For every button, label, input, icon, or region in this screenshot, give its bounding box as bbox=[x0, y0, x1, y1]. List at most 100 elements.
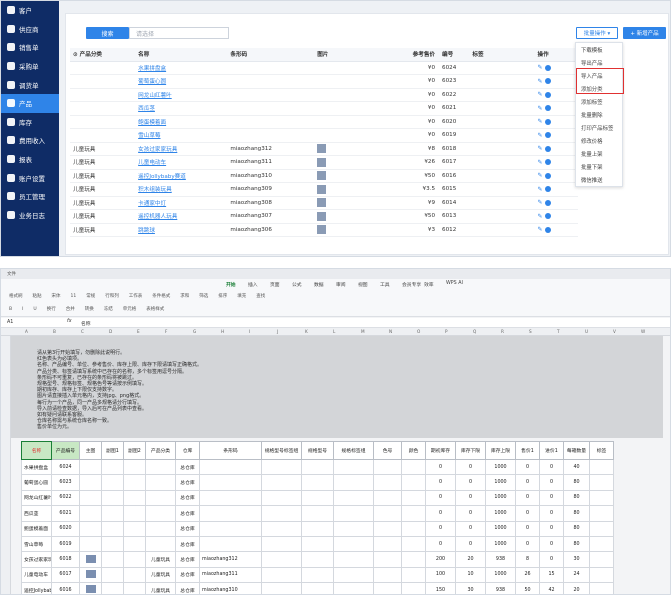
sheet-cell[interactable] bbox=[333, 535, 374, 553]
sheet-column-header[interactable]: 条形码 bbox=[199, 441, 262, 460]
edit-icon[interactable]: ✎ bbox=[538, 226, 543, 233]
column-letter[interactable]: G bbox=[193, 329, 196, 334]
sheet-cell[interactable] bbox=[145, 535, 176, 553]
column-letter[interactable]: H bbox=[221, 329, 224, 334]
sheet-cell[interactable]: 8 bbox=[515, 551, 540, 568]
column-letter[interactable]: L bbox=[333, 329, 335, 334]
sheet-column-header[interactable]: 名称 bbox=[21, 441, 52, 460]
ribbon-button[interactable]: 求和 bbox=[180, 293, 189, 299]
edit-icon[interactable]: ✎ bbox=[538, 213, 543, 220]
sheet-cell[interactable] bbox=[101, 505, 124, 522]
edit-icon[interactable]: ✎ bbox=[538, 172, 543, 179]
sheet-cell[interactable] bbox=[589, 489, 614, 507]
ribbon-button[interactable]: 冻结 bbox=[104, 306, 113, 312]
sheet-cell[interactable] bbox=[301, 582, 334, 594]
sheet-cell[interactable] bbox=[401, 474, 426, 491]
sidebar-item[interactable]: 调货单 bbox=[1, 75, 59, 94]
ribbon-button[interactable]: 排序 bbox=[218, 293, 227, 299]
sheet-cell[interactable]: 938 bbox=[485, 551, 516, 568]
ribbon-button[interactable]: 表格样式 bbox=[146, 306, 164, 312]
sheet-cell[interactable] bbox=[79, 474, 102, 491]
sheet-cell[interactable] bbox=[101, 489, 124, 507]
product-name-link[interactable]: 葡萄蛋心圆 bbox=[135, 74, 228, 89]
sheet-cell[interactable]: 0 bbox=[425, 458, 456, 476]
sheet-cell[interactable] bbox=[261, 535, 302, 553]
ribbon-button[interactable]: 筛选 bbox=[199, 293, 208, 299]
ribbon-tab[interactable]: 公式 bbox=[292, 281, 302, 288]
sheet-cell[interactable] bbox=[589, 520, 614, 537]
sheet-cell[interactable] bbox=[199, 489, 262, 507]
sheet-cell[interactable]: 0 bbox=[455, 458, 486, 476]
sheet-cell[interactable]: 1000 bbox=[485, 489, 516, 507]
sheet-column-header[interactable]: 产品分类 bbox=[145, 441, 176, 460]
sheet-cell[interactable] bbox=[333, 458, 374, 476]
product-name-link[interactable]: 遥控机器人玩具 bbox=[135, 209, 228, 224]
sheet-cell[interactable] bbox=[199, 505, 262, 522]
column-letter[interactable]: K bbox=[305, 329, 308, 334]
sheet-cell[interactable]: miaozhang311 bbox=[199, 566, 262, 584]
search-input[interactable]: 请选择 bbox=[129, 27, 229, 39]
column-letter[interactable]: I bbox=[249, 329, 250, 334]
sheet-cell[interactable] bbox=[101, 520, 124, 537]
file-menu[interactable]: 文件 bbox=[7, 271, 16, 277]
sheet-cell[interactable]: 6017 bbox=[51, 566, 80, 584]
sidebar-item[interactable]: 费用收入 bbox=[1, 131, 59, 150]
sheet-cell[interactable] bbox=[589, 505, 614, 522]
sheet-cell[interactable] bbox=[261, 474, 302, 491]
ribbon-button[interactable]: 常规 bbox=[86, 293, 95, 299]
product-name-link[interactable]: 儿童电动车 bbox=[135, 155, 228, 170]
sheet-cell[interactable]: 0 bbox=[515, 520, 540, 537]
sheet-cell[interactable]: 0 bbox=[539, 474, 564, 491]
ribbon-tab[interactable]: 数据 bbox=[314, 281, 324, 288]
product-name-link[interactable]: 西瓜茎 bbox=[135, 101, 228, 116]
sheet-cell[interactable]: 总仓库 bbox=[175, 474, 200, 491]
add-product-button[interactable]: + 新增产品 bbox=[623, 27, 666, 39]
sidebar-item[interactable]: 产品 bbox=[1, 93, 59, 113]
sheet-cell[interactable]: 80 bbox=[563, 535, 590, 553]
sheet-cell[interactable] bbox=[301, 551, 334, 568]
sheet-column-header[interactable]: 进价1 bbox=[539, 441, 564, 460]
ribbon-button[interactable]: 换行 bbox=[47, 306, 56, 312]
ribbon-button[interactable]: B bbox=[9, 307, 12, 312]
sheet-cell[interactable]: 80 bbox=[563, 505, 590, 522]
delete-icon[interactable] bbox=[544, 118, 551, 125]
batch-operation-button[interactable]: 批量操作 ▾ bbox=[576, 27, 618, 39]
menu-item[interactable]: 添加标签 bbox=[576, 95, 622, 108]
ribbon-button[interactable]: 填充 bbox=[237, 293, 246, 299]
sheet-cell[interactable]: 938 bbox=[485, 582, 516, 594]
sheet-cell[interactable]: 0 bbox=[425, 489, 456, 507]
column-letter[interactable]: O bbox=[417, 329, 420, 334]
sheet-cell[interactable]: 总仓库 bbox=[175, 505, 200, 522]
sheet-cell[interactable] bbox=[301, 566, 334, 584]
sidebar-item[interactable]: 账户设置 bbox=[1, 168, 59, 187]
product-name-link[interactable]: 网龙山红薯叶 bbox=[135, 88, 228, 102]
sheet-cell[interactable] bbox=[123, 535, 146, 553]
sheet-cell[interactable]: 80 bbox=[563, 474, 590, 491]
menu-item[interactable]: 批量下架 bbox=[576, 160, 622, 173]
sheet-cell[interactable] bbox=[101, 458, 124, 476]
column-letter[interactable]: D bbox=[109, 329, 112, 334]
sheet-cell[interactable]: 0 bbox=[455, 535, 486, 553]
sheet-cell[interactable] bbox=[261, 582, 302, 594]
sheet-column-header[interactable]: 售价1 bbox=[515, 441, 540, 460]
sheet-cell[interactable] bbox=[79, 535, 102, 553]
sheet-cell[interactable]: 1000 bbox=[485, 505, 516, 522]
edit-icon[interactable]: ✎ bbox=[538, 91, 543, 98]
sidebar-item[interactable]: 员工管理 bbox=[1, 187, 59, 206]
ribbon-button[interactable]: 11 bbox=[71, 294, 77, 299]
sheet-cell[interactable] bbox=[79, 489, 102, 507]
product-name-link[interactable]: 水果拼盘盒 bbox=[135, 61, 228, 75]
sheet-cell[interactable] bbox=[101, 566, 124, 584]
sheet-cell[interactable]: 1000 bbox=[485, 535, 516, 553]
sheet-cell[interactable] bbox=[401, 458, 426, 476]
sheet-cell[interactable] bbox=[301, 489, 334, 507]
sheet-cell[interactable] bbox=[333, 474, 374, 491]
sheet-cell[interactable]: 葡萄蛋心圆 bbox=[21, 474, 52, 491]
edit-icon[interactable]: ✎ bbox=[538, 132, 543, 139]
sheet-cell[interactable] bbox=[79, 458, 102, 476]
sheet-cell[interactable] bbox=[261, 505, 302, 522]
sheet-cell[interactable] bbox=[401, 582, 426, 594]
sheet-cell[interactable] bbox=[373, 582, 402, 594]
sheet-cell[interactable]: 150 bbox=[425, 582, 456, 594]
sheet-cell[interactable]: 100 bbox=[425, 566, 456, 584]
